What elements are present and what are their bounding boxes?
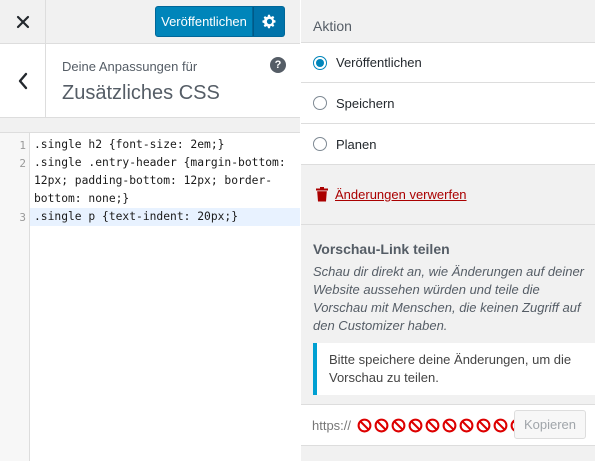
customizer-sidebar: Veröffentlichen Deine Anpassungen für Zu… xyxy=(0,0,300,461)
redaction-icon xyxy=(459,418,474,433)
divider xyxy=(301,224,595,225)
section-subtitle: Deine Anpassungen für xyxy=(62,59,198,74)
redaction-icon xyxy=(391,418,406,433)
code-line: .single p {text-indent: 20px;} xyxy=(34,210,239,223)
copy-button[interactable]: Kopieren xyxy=(514,410,586,439)
section-title: Zusätzliches CSS xyxy=(62,82,220,104)
share-preview-heading: Vorschau-Link teilen xyxy=(313,241,450,257)
radio-unchecked-icon xyxy=(313,96,327,110)
publish-settings-button[interactable] xyxy=(253,6,285,37)
radio-save[interactable]: Speichern xyxy=(301,83,595,124)
chevron-left-icon xyxy=(18,72,27,90)
redaction-icon xyxy=(476,418,491,433)
close-button[interactable] xyxy=(0,0,46,44)
redaction-icon xyxy=(493,418,508,433)
radio-label: Planen xyxy=(336,136,377,152)
redacted-url xyxy=(357,418,527,433)
css-editor[interactable]: 1 2 3 .single h2 {font-size: 2em;} .sing… xyxy=(0,133,300,461)
action-heading: Aktion xyxy=(313,18,352,34)
line-gutter: 1 2 3 xyxy=(0,133,30,461)
radio-label: Speichern xyxy=(336,95,395,111)
preview-link-row: https:// Kopieren xyxy=(301,404,595,446)
help-icon[interactable]: ? xyxy=(270,57,286,73)
redaction-icon xyxy=(425,418,440,433)
line-number: 3 xyxy=(19,211,26,224)
redaction-icon xyxy=(374,418,389,433)
line-number: 2 xyxy=(19,157,26,170)
radio-unchecked-icon xyxy=(313,137,327,151)
publish-settings-panel: Aktion Veröffentlichen Speichern Planen … xyxy=(301,0,595,461)
line-number: 1 xyxy=(19,139,26,152)
gear-icon xyxy=(261,14,275,29)
section-divider xyxy=(0,118,300,133)
redaction-icon xyxy=(442,418,457,433)
section-header: Deine Anpassungen für Zusätzliches CSS ? xyxy=(0,44,300,118)
save-notice: Bitte speichere deine Änderungen, um die… xyxy=(313,343,595,395)
trash-icon xyxy=(316,187,328,202)
redaction-icon xyxy=(357,418,372,433)
customizer-header: Veröffentlichen xyxy=(0,0,300,44)
radio-checked-icon xyxy=(313,55,327,70)
redaction-icon xyxy=(408,418,423,433)
discard-changes-link[interactable]: Änderungen verwerfen xyxy=(315,187,467,202)
publish-button[interactable]: Veröffentlichen xyxy=(155,6,253,37)
preview-url: https:// xyxy=(312,418,352,433)
discard-label: Änderungen verwerfen xyxy=(335,187,467,202)
radio-schedule[interactable]: Planen xyxy=(301,124,595,165)
radio-publish[interactable]: Veröffentlichen xyxy=(301,42,595,83)
back-button[interactable] xyxy=(0,44,46,118)
close-icon xyxy=(16,15,29,29)
share-preview-description: Schau dir direkt an, wie Änderungen auf … xyxy=(313,264,585,333)
radio-label: Veröffentlichen xyxy=(336,55,422,70)
code-line: .single .entry-header {margin-bottom: 12… xyxy=(34,156,293,205)
code-line: .single h2 {font-size: 2em;} xyxy=(34,138,225,151)
